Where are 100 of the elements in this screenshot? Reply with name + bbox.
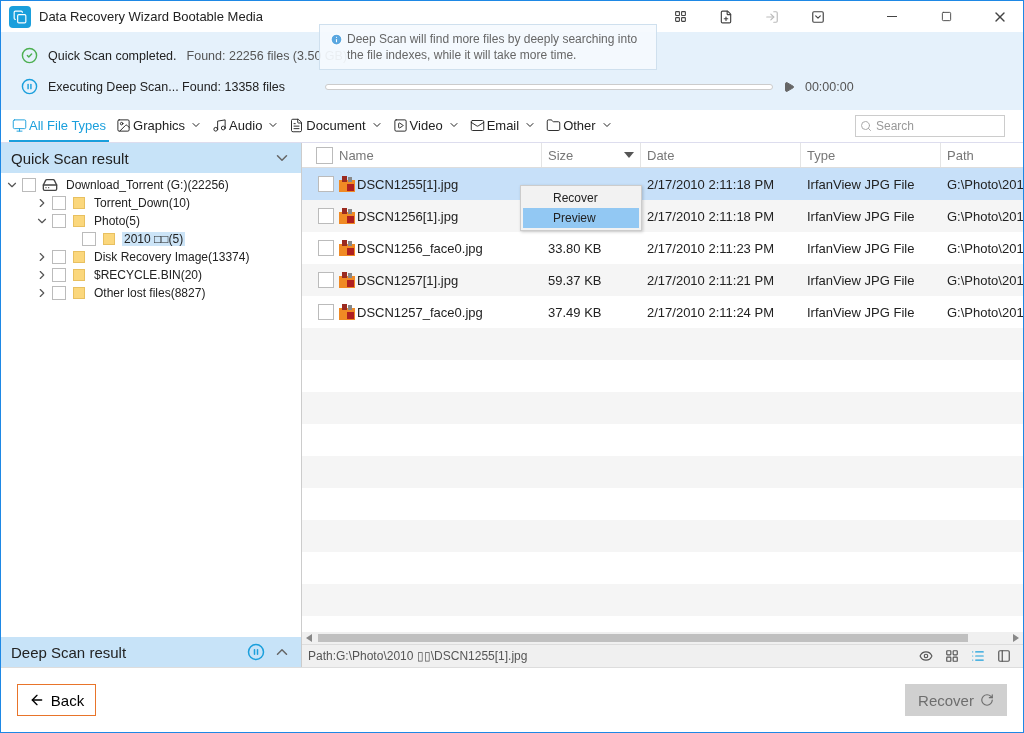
pause-icon[interactable] xyxy=(21,78,38,95)
deep-scan-status: Executing Deep Scan... Found: 13358 files xyxy=(48,79,285,94)
file-type-tab[interactable]: Audio xyxy=(209,110,283,142)
drive-icon xyxy=(42,177,58,193)
folder-icon xyxy=(73,269,85,281)
file-name: DSCN1255[1].jpg xyxy=(357,176,459,192)
panel-title: Deep Scan result xyxy=(11,643,128,661)
file-path: G:\Photo\201 xyxy=(947,208,1023,224)
horizontal-scrollbar[interactable] xyxy=(302,632,1023,644)
checkbox[interactable] xyxy=(52,268,66,282)
folder-icon xyxy=(73,251,85,263)
file-type: IrfanView JPG File xyxy=(807,240,915,256)
file-type-tab[interactable]: Graphics xyxy=(113,110,206,142)
checkbox[interactable] xyxy=(22,178,36,192)
tree-item[interactable]: 2010 □□(5) xyxy=(122,232,186,246)
column-header[interactable]: Type xyxy=(801,143,941,167)
folder-icon xyxy=(73,287,85,299)
check-icon xyxy=(21,47,38,64)
file-size: 59.37 KB xyxy=(548,272,602,288)
play-icon[interactable] xyxy=(782,80,795,93)
folder-icon xyxy=(73,197,85,209)
file-name: DSCN1257_face0.jpg xyxy=(357,304,483,320)
file-type-tab[interactable]: Document xyxy=(286,110,386,142)
file-name: DSCN1256_face0.jpg xyxy=(357,240,483,256)
image-icon xyxy=(116,117,132,133)
tree-item[interactable]: Photo(5) xyxy=(92,214,143,228)
file-date: 2/17/2010 2:11:21 PM xyxy=(647,272,774,288)
column-label: Date xyxy=(647,147,675,163)
scroll-left-arrow-icon xyxy=(306,634,312,642)
sign-in-icon xyxy=(765,9,779,24)
tree-item[interactable]: Torrent_Down(10) xyxy=(92,196,193,210)
music-note-icon xyxy=(212,117,228,133)
checkbox[interactable] xyxy=(318,272,334,288)
file-type-tab[interactable]: Other xyxy=(543,110,616,142)
file-path: G:\Photo\201 xyxy=(947,304,1023,320)
folder-icon xyxy=(73,215,85,227)
image-file-icon xyxy=(339,272,355,288)
checkbox[interactable] xyxy=(52,286,66,300)
elapsed-time: 00:00:00 xyxy=(804,79,854,94)
deep-scan-header[interactable]: Deep Scan result xyxy=(1,637,301,667)
tree-item[interactable]: $RECYCLE.BIN(20) xyxy=(92,268,205,282)
search-icon xyxy=(860,120,872,132)
checkbox[interactable] xyxy=(52,214,66,228)
video-icon xyxy=(392,117,408,133)
redo-icon xyxy=(979,693,994,707)
file-type-tab[interactable]: Video xyxy=(389,110,463,142)
document-icon xyxy=(289,117,305,133)
grid-icon xyxy=(673,10,687,23)
file-date: 2/17/2010 2:11:23 PM xyxy=(647,240,774,256)
file-type-tab[interactable]: Email xyxy=(466,110,540,142)
column-header[interactable]: Size xyxy=(542,143,641,167)
sort-arrow-icon xyxy=(624,152,634,158)
image-file-icon xyxy=(339,176,355,192)
search-field[interactable]: Search xyxy=(855,115,1005,137)
file-name: DSCN1256[1].jpg xyxy=(357,208,459,224)
checkbox[interactable] xyxy=(52,196,66,210)
pause-icon[interactable] xyxy=(247,643,265,661)
file-type: IrfanView JPG File xyxy=(807,208,915,224)
checkbox[interactable] xyxy=(318,240,334,256)
column-header[interactable]: Path xyxy=(941,143,1024,167)
file-type: IrfanView JPG File xyxy=(807,272,915,288)
envelope-icon xyxy=(469,117,485,133)
checkbox[interactable] xyxy=(82,232,96,246)
checkbox[interactable] xyxy=(318,304,334,320)
file-date: 2/17/2010 2:11:18 PM xyxy=(647,176,774,192)
checkbox[interactable] xyxy=(52,250,66,264)
menu-item[interactable]: Preview xyxy=(523,208,639,228)
tree-item[interactable]: Download_Torrent (G:)(22256) xyxy=(64,178,231,192)
tree-item[interactable]: Other lost files(8827) xyxy=(92,286,208,300)
tree-item[interactable]: Disk Recovery Image(13374) xyxy=(92,250,252,264)
file-plus-icon xyxy=(719,9,733,24)
panel-title: Quick Scan result xyxy=(11,149,130,167)
back-button[interactable]: Back xyxy=(17,684,96,716)
column-header[interactable]: Date xyxy=(641,143,801,167)
file-name: DSCN1257[1].jpg xyxy=(357,272,459,288)
dropdown-icon xyxy=(811,9,825,24)
scroll-right-arrow-icon xyxy=(1013,634,1019,642)
file-path: G:\Photo\201 xyxy=(947,176,1023,192)
selected-file-path: Path:G:\Photo\2010 ▯▯\DSCN1255[1].jpg xyxy=(308,649,529,663)
file-size: 37.49 KB xyxy=(548,304,602,320)
file-size: 33.80 KB xyxy=(548,240,602,256)
file-date: 2/17/2010 2:11:24 PM xyxy=(647,304,774,320)
quick-scan-header[interactable]: Quick Scan result xyxy=(1,143,301,173)
image-file-icon xyxy=(339,240,355,256)
column-label: Path xyxy=(947,147,974,163)
checkbox[interactable] xyxy=(318,208,334,224)
checkbox[interactable] xyxy=(318,176,334,192)
select-all-checkbox[interactable] xyxy=(316,146,333,164)
panel-icon xyxy=(997,649,1011,663)
file-path: G:\Photo\201 xyxy=(947,272,1023,288)
minimize-icon xyxy=(887,16,897,17)
eye-icon xyxy=(919,649,933,663)
quick-scan-status: Quick Scan completed. xyxy=(48,48,177,63)
column-label: Name xyxy=(339,147,374,163)
column-header[interactable]: Name xyxy=(302,143,542,167)
file-date: 2/17/2010 2:11:18 PM xyxy=(647,208,774,224)
monitor-icon xyxy=(12,117,27,133)
grid-icon xyxy=(945,649,959,663)
file-type: IrfanView JPG File xyxy=(807,176,915,192)
column-label: Size xyxy=(548,147,574,163)
